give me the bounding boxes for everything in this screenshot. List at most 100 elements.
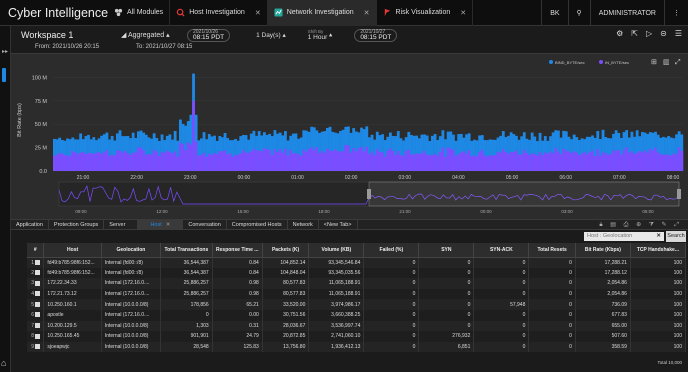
search-button[interactable]: Search xyxy=(666,231,686,242)
export-icon[interactable]: ⇱ xyxy=(631,29,638,38)
range-dropdown[interactable]: 1 Day(s) ▴ xyxy=(256,31,286,39)
column-header[interactable]: TCP Handshake... xyxy=(630,243,687,258)
search-input[interactable]: Host : Geolocation ✕ xyxy=(584,232,664,241)
column-header[interactable]: Geolocation xyxy=(101,243,162,258)
table-row[interactable]: 6 apostle Internal (172.16.0.... 0 0.00 30,7… xyxy=(27,309,687,321)
column-header[interactable]: Total Transactions xyxy=(160,243,213,258)
bar-in xyxy=(530,153,534,171)
column-header[interactable]: # xyxy=(27,243,45,258)
close-icon[interactable]: ✕ xyxy=(460,9,466,17)
sidebar-active-tab[interactable] xyxy=(2,68,6,82)
bar-in xyxy=(659,154,663,171)
bar-in xyxy=(137,147,140,171)
table-cell: 9 xyxy=(27,341,45,353)
tab-compromised-hosts[interactable]: Compromised Hosts xyxy=(227,219,288,230)
table-row[interactable]: 3 172.22.34.33 Internal (172.16.0.... 25,8… xyxy=(27,278,687,289)
table-row[interactable]: 8 10.250.165.45 Internal (10.0.0.0/8) 901,… xyxy=(27,331,687,342)
table-row[interactable]: 4 172.21.73.12 Internal (172.16.0.... 25,8… xyxy=(27,288,687,300)
tab-network[interactable]: Network xyxy=(288,219,319,230)
settings-icon[interactable]: ⚙ xyxy=(616,29,623,38)
table-row[interactable]: 9 sjoeapwjc Internal (10.0.0.0/8) 28,548 12… xyxy=(27,341,687,353)
column-header[interactable]: SYN xyxy=(418,243,475,258)
table-row[interactable]: 5 10.250.160.1 Internal (10.0.0.0/8) 178,8… xyxy=(27,299,687,310)
bar-in xyxy=(496,151,500,171)
row-checkbox[interactable] xyxy=(35,344,41,350)
row-checkbox[interactable] xyxy=(35,259,41,265)
close-icon[interactable]: ✕ xyxy=(166,222,171,228)
list-icon[interactable]: ☰ xyxy=(675,29,682,38)
home-icon[interactable]: ⌂ xyxy=(1,358,6,368)
bar-in xyxy=(192,100,195,171)
link-icon[interactable]: ⊝ xyxy=(660,29,667,38)
menu-icon[interactable]: ⋮ xyxy=(664,0,688,26)
shift-dropdown[interactable]: Shift By 1 Hour ▴ xyxy=(308,29,333,41)
table-row[interactable]: 7 10.200.129.5 Internal (10.0.0.0/8) 1,303… xyxy=(27,320,687,332)
table-row[interactable]: 2 fd49:b785:98f6:152... Internal (fd00::/… xyxy=(27,267,687,279)
tab-all-modules[interactable]: All Modules xyxy=(108,0,171,26)
column-header[interactable]: Packets (K) xyxy=(262,243,310,258)
table-cell: 104,848.04 xyxy=(262,267,310,279)
close-icon[interactable]: ✕ xyxy=(255,9,261,17)
clear-icon[interactable]: ✕ xyxy=(656,232,661,241)
tab-protection-groups[interactable]: Protection Groups xyxy=(49,219,105,230)
bar-in xyxy=(512,152,516,171)
tab-host-investigation[interactable]: Host Investigation ✕ xyxy=(170,0,268,26)
row-checkbox[interactable] xyxy=(35,312,41,318)
column-header[interactable]: Response Time ... xyxy=(212,243,263,258)
column-header[interactable]: Volume (KB) xyxy=(308,243,365,258)
row-checkbox[interactable] xyxy=(35,270,41,276)
row-checkbox[interactable] xyxy=(35,280,41,286)
tab-risk-visualization[interactable]: Risk Visualization ✕ xyxy=(377,0,474,26)
table-cell: 2,054.86 xyxy=(575,288,631,300)
filter-icon[interactable]: ⧩ xyxy=(649,222,657,228)
column-header[interactable]: SYN-ACK xyxy=(473,243,530,258)
bar-in xyxy=(549,151,552,171)
bar-in xyxy=(567,151,571,171)
expand-icon[interactable]: ▸▸ xyxy=(2,48,8,55)
tab-host[interactable]: Host ✕ xyxy=(138,219,184,230)
global-search-icon[interactable]: ⚲ xyxy=(567,0,590,26)
print-icon[interactable]: ⎙ xyxy=(624,222,632,228)
expand-icon[interactable]: ⤢ xyxy=(674,222,682,228)
row-checkbox[interactable] xyxy=(35,291,41,297)
row-checkbox[interactable] xyxy=(35,301,41,307)
column-header[interactable]: Bit Rate (Kbps) xyxy=(575,243,631,258)
bar-in xyxy=(121,152,125,171)
bar-in xyxy=(360,146,363,171)
tab-application[interactable]: Application xyxy=(11,219,49,230)
table-cell: 20,872.85 xyxy=(262,331,310,342)
save-icon[interactable]: ▤ xyxy=(610,222,619,228)
bar-in xyxy=(507,153,510,171)
table-cell: 0 xyxy=(160,309,213,321)
zoom-icon[interactable]: ⊕ xyxy=(636,222,644,228)
close-icon[interactable]: ✕ xyxy=(364,9,370,17)
user-menu[interactable]: ADMINISTRATOR xyxy=(589,0,664,26)
column-header[interactable]: Host xyxy=(43,243,102,258)
tab-server[interactable]: Server xyxy=(104,219,139,230)
edit-icon[interactable]: ✎ xyxy=(661,222,669,228)
column-header[interactable]: Failed (%) xyxy=(363,243,420,258)
bar-in xyxy=(347,145,350,171)
aggregation-dropdown[interactable]: ◢ Aggregated ▴ xyxy=(121,31,183,39)
table-cell: 3 xyxy=(27,278,45,289)
user-initials[interactable]: BK xyxy=(541,0,567,26)
row-checkbox[interactable] xyxy=(35,333,41,339)
lock-icon[interactable]: 🔒︎ xyxy=(599,222,605,228)
column-header[interactable]: Total Resets xyxy=(528,243,576,258)
tab-network-investigation[interactable]: Network Investigation ✕ xyxy=(267,0,377,26)
table-cell: 178,856 xyxy=(160,299,213,310)
overview-tick-label: 18:00 xyxy=(318,209,330,214)
table-row[interactable]: 1 fd49:b785:98f6:152... Internal (fd00::/… xyxy=(27,257,687,268)
workspace-name[interactable]: Workspace 1 xyxy=(21,30,99,40)
tab-new[interactable]: <New Tab> xyxy=(319,219,358,230)
end-time-picker[interactable]: 2021/10/27 08:15 PDT xyxy=(354,28,398,42)
bar-in xyxy=(95,152,98,171)
play-icon[interactable]: ▷ xyxy=(646,29,652,38)
table-cell: 0.31 xyxy=(212,320,263,332)
x-tick-label: 04:00 xyxy=(452,175,465,181)
table-cell: 10.250.165.45 xyxy=(43,331,102,342)
bar-in xyxy=(504,151,508,171)
tab-conversation[interactable]: Conversation xyxy=(183,219,227,230)
row-checkbox[interactable] xyxy=(35,323,41,329)
start-time-picker[interactable]: 2021/10/26 08:15 PDT xyxy=(187,28,231,42)
